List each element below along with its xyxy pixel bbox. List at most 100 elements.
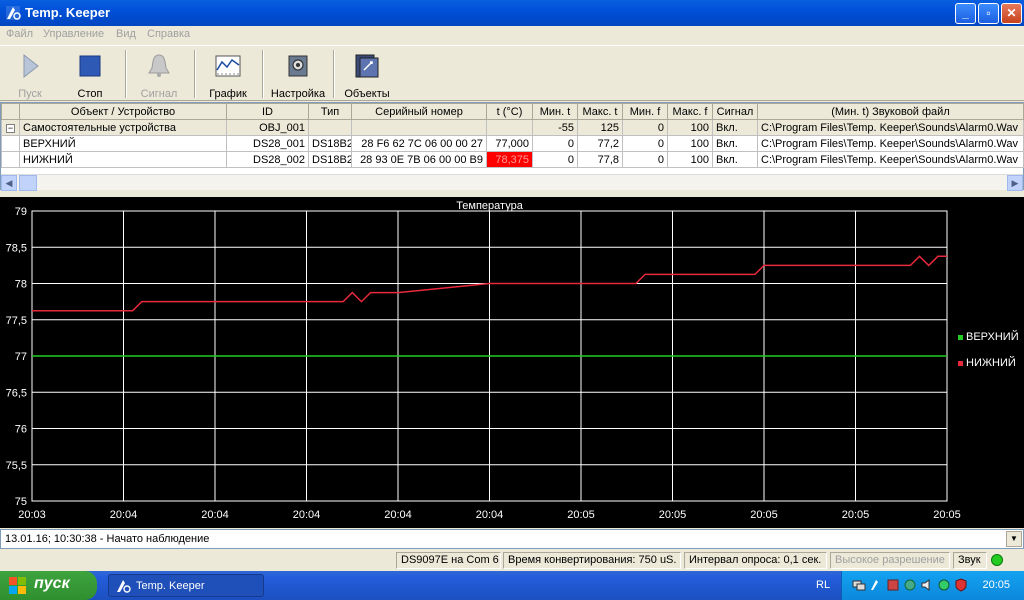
x-tick-label: 20:04 <box>476 509 504 521</box>
volume-icon[interactable] <box>920 578 934 592</box>
cell-sound-file: C:\Program Files\Temp. Keeper\Sounds\Ala… <box>757 135 1024 152</box>
cell-min-t: 0 <box>532 151 578 168</box>
maximize-button[interactable]: ▫ <box>978 3 999 24</box>
x-tick-label: 20:05 <box>750 509 778 521</box>
objects-icon <box>355 54 379 78</box>
header-max-f[interactable]: Макс. f <box>667 103 713 120</box>
header-sound-file[interactable]: (Мин. t) Звуковой файл <box>757 103 1024 120</box>
stop-button[interactable]: Стоп <box>68 48 112 100</box>
y-tick-label: 76 <box>15 424 27 436</box>
cell-min-f: 0 <box>622 119 668 136</box>
settings-icon <box>288 55 308 77</box>
x-tick-label: 20:04 <box>110 509 138 521</box>
status-conv-time: Время конвертирования: 750 uS. <box>503 552 681 569</box>
scroll-right-icon[interactable]: ▶ <box>1007 175 1023 191</box>
minimize-button[interactable]: _ <box>955 3 976 24</box>
y-tick-label: 78 <box>15 279 27 291</box>
cell-signal: Вкл. <box>712 135 758 152</box>
cell-id: DS28_001 <box>226 135 309 152</box>
graph-button[interactable]: График <box>205 48 251 100</box>
cell-serial <box>351 119 487 136</box>
header-signal[interactable]: Сигнал <box>712 103 758 120</box>
signal-button[interactable]: Сигнал <box>136 48 182 100</box>
y-tick-label: 76,5 <box>6 387 27 399</box>
x-tick-label: 20:05 <box>659 509 687 521</box>
x-tick-label: 20:04 <box>384 509 412 521</box>
header-temp[interactable]: t (°C) <box>486 103 533 120</box>
toolbar-separator <box>333 50 335 98</box>
legend-swatch <box>958 335 963 340</box>
cell-name: Самостоятельные устройства <box>19 119 227 136</box>
cell-min-t: 0 <box>532 135 578 152</box>
header-object[interactable]: Объект / Устройство <box>19 103 227 120</box>
table-row[interactable]: НИЖНИЙ DS28_002 DS18B20 28 93 0E 7B 06 0… <box>1 151 1024 168</box>
y-tick-label: 75 <box>15 496 27 508</box>
start-button[interactable]: Пуск <box>8 48 52 100</box>
close-button[interactable]: ✕ <box>1001 3 1022 24</box>
network-icon[interactable] <box>852 578 866 592</box>
tray-icon[interactable] <box>937 578 951 592</box>
tray-icon[interactable] <box>903 578 917 592</box>
header-min-t[interactable]: Мин. t <box>532 103 578 120</box>
cell-min-f: 0 <box>622 151 668 168</box>
header-max-t[interactable]: Макс. t <box>577 103 623 120</box>
x-tick-label: 20:03 <box>18 509 46 521</box>
cell-name: ВЕРХНИЙ <box>19 135 227 152</box>
start-button[interactable]: пуск <box>0 571 97 600</box>
chart-icon <box>215 55 241 77</box>
table-row[interactable]: ВЕРХНИЙ DS28_001 DS18B20 28 F6 62 7C 06 … <box>1 135 1024 152</box>
cell-temp <box>486 119 533 136</box>
cell-min-t: -55 <box>532 119 578 136</box>
toolbar-separator <box>194 50 196 98</box>
settings-button[interactable]: Настройка <box>268 48 328 100</box>
y-tick-label: 79 <box>15 206 27 218</box>
cell-signal: Вкл. <box>712 119 758 136</box>
scroll-left-icon[interactable]: ◀ <box>1 175 17 191</box>
event-log[interactable]: 13.01.16; 10:30:38 - Начато наблюдение ▼ <box>0 529 1024 549</box>
menu-file[interactable]: Файл <box>6 28 33 40</box>
cell-max-t: 125 <box>577 119 623 136</box>
menu-help[interactable]: Справка <box>147 28 190 40</box>
tray-icon[interactable] <box>886 578 900 592</box>
app-tray-icon[interactable] <box>869 578 883 592</box>
cell-max-t: 77,2 <box>577 135 623 152</box>
header-type[interactable]: Тип <box>308 103 352 120</box>
cell-max-f: 100 <box>667 135 713 152</box>
system-tray: 20:05 <box>841 571 1024 600</box>
cell-type: DS18B20 <box>308 135 352 152</box>
title-bar[interactable]: Temp. Keeper _ ▫ ✕ <box>0 0 1024 26</box>
cell-max-t: 77,8 <box>577 151 623 168</box>
cell-type <box>308 119 352 136</box>
menu-control[interactable]: Управление <box>43 28 104 40</box>
table-header: Объект / Устройство ID Тип Серийный номе… <box>1 103 1024 120</box>
y-tick-label: 77 <box>15 351 27 363</box>
menu-view[interactable]: Вид <box>116 28 136 40</box>
clock: 20:05 <box>982 579 1010 591</box>
objects-button[interactable]: Объекты <box>340 48 394 100</box>
windows-logo-icon <box>9 577 26 594</box>
table-row-group[interactable]: − Самостоятельные устройства OBJ_001 -55… <box>1 119 1024 136</box>
status-sound[interactable]: Звук <box>953 552 987 569</box>
header-serial[interactable]: Серийный номер <box>351 103 487 120</box>
x-tick-label: 20:04 <box>293 509 321 521</box>
security-icon[interactable] <box>954 578 968 592</box>
language-indicator[interactable]: RL <box>816 579 830 591</box>
chart-svg: Температура 75 75,5 76 76,5 77 77,5 78 78,5 79 20:… <box>6 200 1019 521</box>
taskbar-item-temp-keeper[interactable]: Temp. Keeper <box>108 574 264 597</box>
header-id[interactable]: ID <box>226 103 309 120</box>
legend-entry: ВЕРХНИЙ <box>966 330 1019 343</box>
header-min-f[interactable]: Мин. f <box>622 103 668 120</box>
status-led-icon <box>991 554 1003 566</box>
cell-id: DS28_002 <box>226 151 309 168</box>
horizontal-scrollbar[interactable]: ◀ ▶ <box>1 174 1023 191</box>
y-tick-label: 78,5 <box>6 242 27 254</box>
legend-entry: НИЖНИЙ <box>966 356 1016 369</box>
taskbar: пуск Temp. Keeper RL 20:05 <box>0 571 1024 600</box>
cell-max-f: 100 <box>667 119 713 136</box>
x-tick-label: 20:04 <box>201 509 229 521</box>
chevron-down-icon[interactable]: ▼ <box>1006 531 1022 547</box>
log-text: 13.01.16; 10:30:38 - Начато наблюдение <box>5 533 210 545</box>
cell-name: НИЖНИЙ <box>19 151 227 168</box>
collapse-toggle[interactable]: − <box>6 123 15 133</box>
scroll-thumb[interactable] <box>19 175 37 191</box>
